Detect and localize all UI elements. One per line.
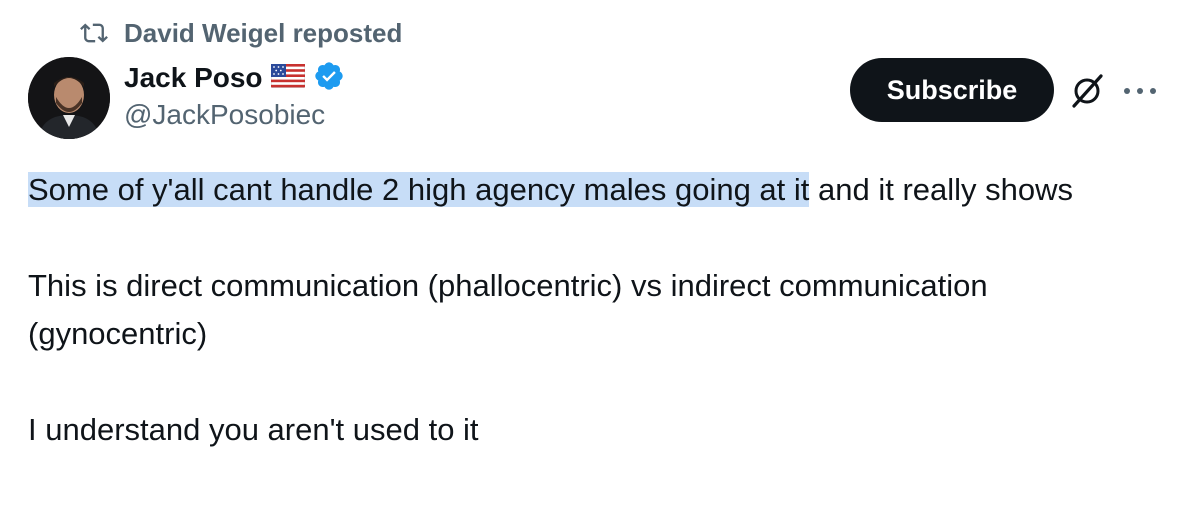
repost-indicator[interactable]: David Weigel reposted bbox=[78, 16, 402, 50]
author-handle[interactable]: @JackPosobiec bbox=[124, 99, 325, 131]
repost-icon bbox=[78, 19, 110, 47]
us-flag-icon bbox=[270, 63, 306, 93]
tweet-text-continuation: and it really shows bbox=[809, 172, 1074, 207]
subscribe-button[interactable]: Subscribe bbox=[850, 58, 1054, 122]
repost-label: David Weigel reposted bbox=[124, 17, 403, 48]
tweet-paragraph-3: I understand you aren't used to it bbox=[28, 412, 479, 447]
verified-badge-icon[interactable] bbox=[313, 60, 345, 97]
tweet-text: Some of y'all cant handle 2 high agency … bbox=[28, 166, 1168, 454]
more-icon[interactable] bbox=[1120, 74, 1160, 108]
avatar[interactable] bbox=[28, 57, 110, 139]
tweet-card: David Weigel reposted Jack Poso @JackPos… bbox=[0, 0, 1186, 524]
grok-icon[interactable] bbox=[1068, 72, 1106, 110]
tweet-paragraph-1: Some of y'all cant handle 2 high agency … bbox=[28, 166, 1168, 214]
author-display-name[interactable]: Jack Poso bbox=[124, 62, 263, 94]
tweet-paragraph-2: This is direct communication (phallocent… bbox=[28, 268, 988, 351]
selected-text: Some of y'all cant handle 2 high agency … bbox=[28, 172, 810, 207]
author-name-row[interactable]: Jack Poso bbox=[124, 58, 345, 98]
